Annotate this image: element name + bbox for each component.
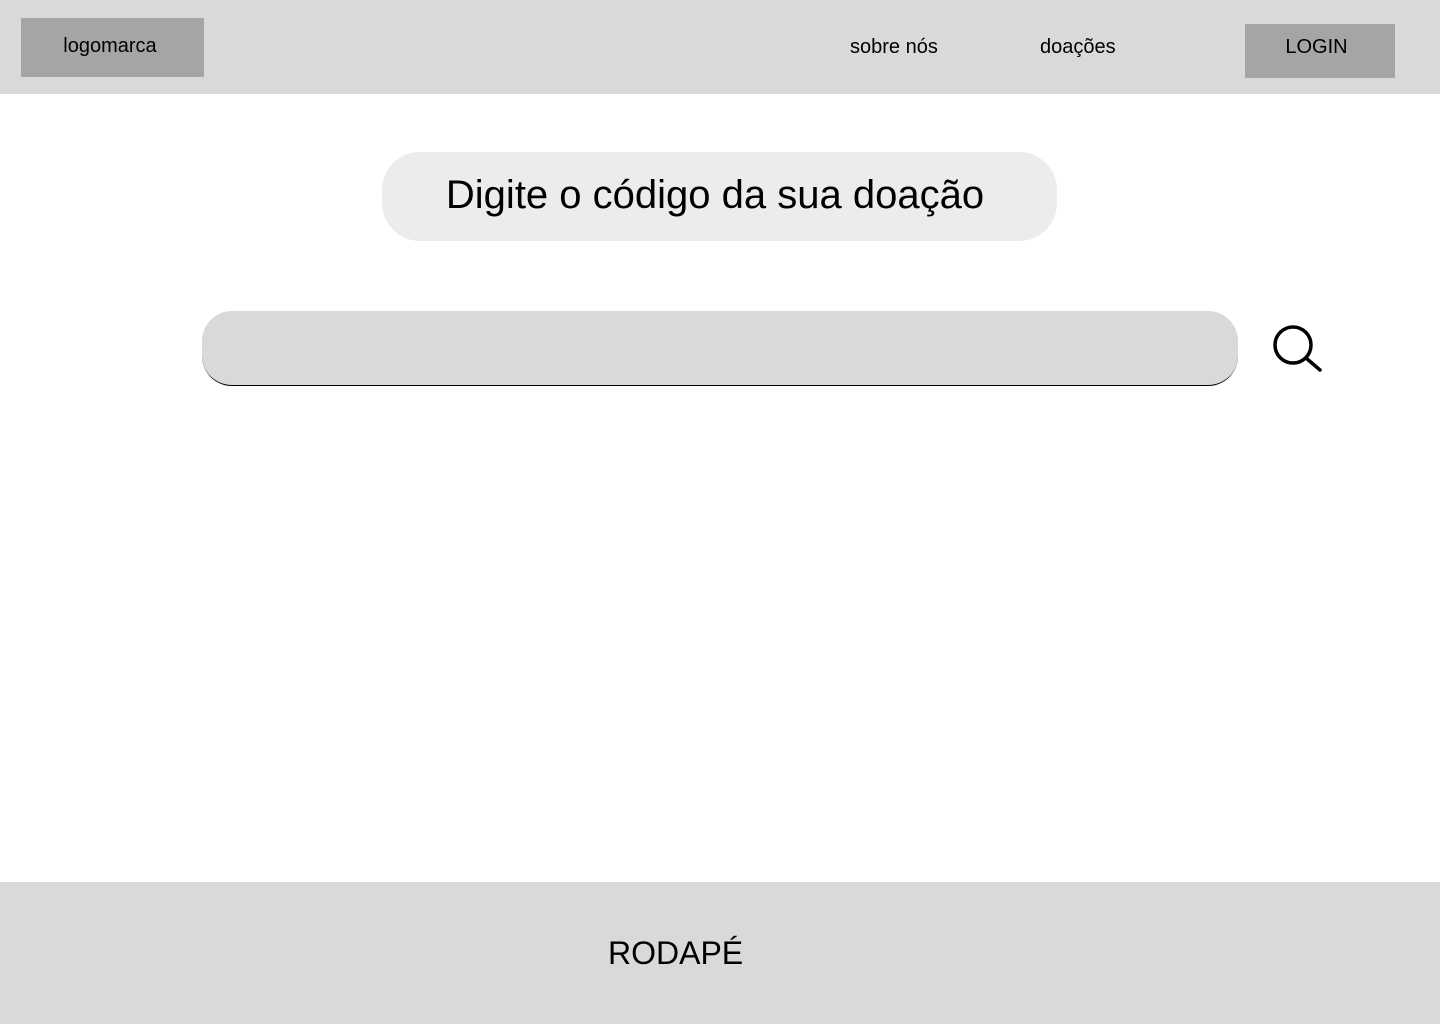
search-icon[interactable]: [1272, 324, 1324, 374]
logo-label: logomarca: [63, 35, 157, 57]
footer: RODAPÉ: [0, 882, 1440, 1024]
nav-link-donations[interactable]: doações: [1040, 35, 1116, 59]
logo[interactable]: logomarca: [21, 18, 204, 77]
header: logomarca sobre nós doações LOGIN: [0, 0, 1440, 94]
login-button-label: LOGIN: [1285, 36, 1348, 58]
nav-link-about[interactable]: sobre nós: [850, 35, 938, 59]
donation-code-prompt: Digite o código da sua doação: [382, 152, 1057, 241]
prompt-text: Digite o código da sua doação: [445, 173, 985, 217]
login-button[interactable]: LOGIN: [1245, 24, 1395, 78]
donation-code-input[interactable]: [202, 311, 1238, 386]
footer-label: RODAPÉ: [608, 935, 744, 971]
